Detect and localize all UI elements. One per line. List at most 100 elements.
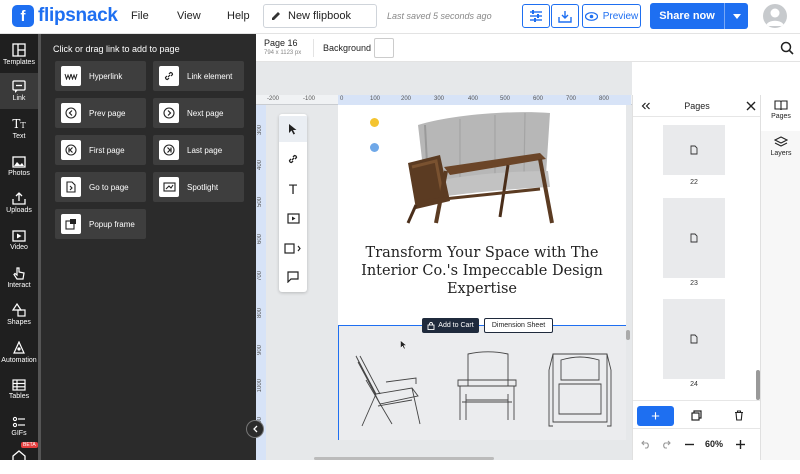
thumbnail-number: 24 — [690, 381, 698, 388]
sidebar-item-home[interactable]: BETA — [0, 438, 38, 474]
tile-label: Link element — [187, 71, 233, 81]
zoom-in-icon[interactable] — [736, 440, 745, 449]
zoom-bar: 60% — [633, 428, 761, 460]
link-tool[interactable] — [279, 146, 307, 172]
divider — [313, 39, 314, 57]
text-icon: TT — [12, 116, 26, 131]
download-button[interactable] — [551, 4, 579, 28]
trash-icon[interactable] — [734, 410, 744, 421]
select-tool[interactable] — [279, 116, 307, 142]
search-icon[interactable] — [780, 41, 794, 55]
vertical-ruler: 300 400 500 600 700 800 900 1000 1100 — [256, 105, 266, 460]
shapes-icon — [12, 302, 26, 317]
canvas-toolbar: T — [279, 114, 307, 292]
flipbook-title-field[interactable]: New flipbook — [263, 4, 377, 28]
menu-view[interactable]: View — [177, 10, 201, 22]
sidebar-item-label: GIFs — [11, 429, 27, 437]
page-icon — [690, 233, 698, 243]
settings-button[interactable] — [522, 4, 550, 28]
sidebar-item-label: Automation — [1, 356, 37, 364]
last-page-icon — [159, 140, 179, 160]
link-tile-last-page[interactable]: Last page — [153, 135, 244, 165]
duplicate-icon[interactable] — [691, 410, 702, 421]
page-thumbnail[interactable] — [663, 198, 725, 278]
flipsnack-logo[interactable]: f flipsnack — [12, 5, 118, 27]
redo-icon[interactable] — [661, 440, 671, 449]
page-thumbnail[interactable] — [663, 125, 725, 175]
preview-button[interactable]: Preview — [582, 4, 641, 28]
share-dropdown-toggle[interactable] — [724, 3, 748, 29]
sidebar-item-photos[interactable]: Photos — [0, 148, 38, 184]
ruler-tick: 500 — [500, 96, 511, 102]
comment-tool[interactable] — [279, 264, 307, 290]
sidebar-item-uploads[interactable]: Uploads — [0, 185, 38, 221]
page-dimensions: 794 x 1123 px — [264, 50, 302, 56]
www-icon — [61, 66, 81, 86]
tile-label: Prev page — [89, 108, 126, 118]
link-tile-next-page[interactable]: Next page — [153, 98, 244, 128]
sidebar-item-text[interactable]: TT Text — [0, 110, 38, 146]
close-icon[interactable] — [746, 101, 756, 111]
link-tile-spotlight[interactable]: Spotlight — [153, 172, 244, 202]
tab-label: Layers — [770, 150, 792, 157]
ruler-tick: 400 — [468, 96, 479, 102]
share-label: Share now — [659, 10, 715, 22]
book-icon — [774, 100, 788, 111]
left-sidebar: Templates Link TT Text Photos Uploads Vi… — [0, 34, 38, 463]
shape-tool[interactable] — [279, 235, 307, 261]
sidebar-item-interact[interactable]: Interact — [0, 259, 38, 295]
prev-page-icon — [61, 103, 81, 123]
tab-layers[interactable]: Layers — [761, 136, 800, 157]
sidebar-item-tables[interactable]: Tables — [0, 371, 38, 407]
ruler-tick: 800 — [599, 96, 610, 102]
link-panel: Click or drag link to add to page Hyperl… — [38, 34, 256, 460]
link-tile-hyperlink[interactable]: Hyperlink — [55, 61, 146, 91]
link-tile-popup-frame[interactable]: Popup frame — [55, 209, 146, 239]
sidebar-item-label: Link — [12, 95, 26, 102]
link-tile-link-element[interactable]: Link element — [153, 61, 244, 91]
pages-actions: + — [633, 400, 761, 428]
top-bar: f flipsnack File View Help New flipbook … — [0, 0, 800, 34]
pages-panel-title: Pages — [684, 101, 710, 111]
dimension-sheet-button[interactable]: Dimension Sheet — [484, 318, 553, 333]
plus-icon: + — [651, 407, 660, 425]
link-tile-first-page[interactable]: First page — [55, 135, 146, 165]
tile-label: Popup frame — [89, 219, 135, 229]
tab-label: Pages — [771, 113, 791, 120]
link-chat-icon — [12, 80, 26, 93]
ruler-highlight — [338, 95, 631, 105]
pages-panel: Pages 22 23 24 + 60% — [632, 95, 761, 460]
user-avatar[interactable] — [763, 4, 787, 28]
ruler-tick: -200 — [267, 96, 280, 102]
sidebar-item-link[interactable]: Link — [0, 73, 38, 109]
video-tool[interactable] — [279, 205, 307, 231]
text-tool[interactable]: T — [279, 176, 307, 202]
comment-icon — [287, 271, 299, 283]
page-thumbnail[interactable] — [663, 299, 725, 379]
sidebar-item-video[interactable]: Video — [0, 222, 38, 258]
sidebar-item-templates[interactable]: Templates — [0, 36, 38, 72]
add-page-button[interactable]: + — [637, 406, 674, 426]
ruler-tick: 300 — [257, 125, 263, 136]
background-color-swatch[interactable] — [374, 38, 394, 58]
link-tile-go-to-page[interactable]: Go to page — [55, 172, 146, 202]
armchair-image[interactable] — [400, 105, 560, 230]
share-button[interactable]: Share now — [650, 3, 748, 29]
canvas-vertical-scrollbar[interactable] — [626, 330, 630, 340]
chair-sketch-side — [355, 355, 421, 427]
spotlight-icon — [159, 177, 179, 197]
beta-badge: BETA — [21, 442, 38, 448]
menu-help[interactable]: Help — [227, 10, 250, 22]
add-to-cart-button[interactable]: Add to Cart — [422, 318, 479, 333]
tab-pages[interactable]: Pages — [761, 100, 800, 120]
link-tile-prev-page[interactable]: Prev page — [55, 98, 146, 128]
sidebar-item-shapes[interactable]: Shapes — [0, 296, 38, 332]
chevron-left-icon — [253, 425, 258, 433]
page-headline[interactable]: Transform Your Space with The Interior C… — [348, 244, 616, 298]
zoom-out-icon[interactable] — [685, 443, 694, 446]
sidebar-item-automation[interactable]: Automation — [0, 334, 38, 370]
menu-file[interactable]: File — [131, 10, 149, 22]
collapse-panel-button[interactable] — [246, 420, 264, 438]
undo-icon[interactable] — [641, 440, 651, 449]
video-icon — [12, 229, 26, 242]
